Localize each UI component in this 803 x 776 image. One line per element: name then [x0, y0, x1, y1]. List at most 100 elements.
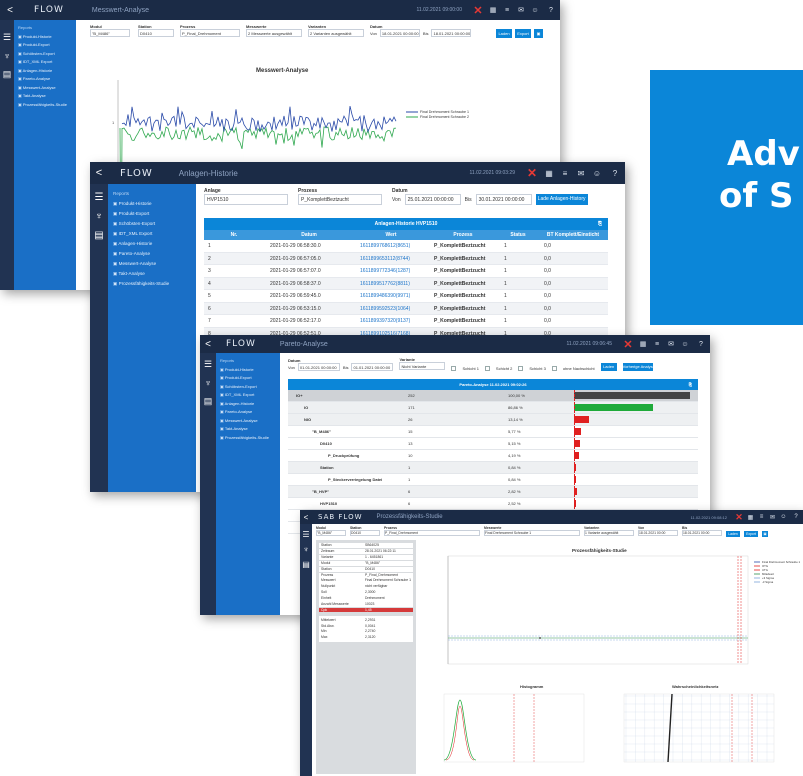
- document-icon[interactable]: ▤: [90, 230, 108, 241]
- stethoscope-icon[interactable]: ♆: [200, 378, 216, 388]
- mail-icon[interactable]: ✉: [664, 340, 678, 348]
- pareto-row[interactable]: IO 171 86,86 %: [288, 402, 698, 414]
- settings-icon[interactable]: ≡: [650, 341, 664, 348]
- col-datum[interactable]: Datum: [264, 230, 354, 240]
- table-row[interactable]: 1 2021-01-29 06:58:30.0 1611899768612(8651…: [204, 240, 608, 253]
- cell-wert[interactable]: 1611899517762(8811): [354, 278, 428, 290]
- pareto-row[interactable]: P_Druckprüfung 10 4,19 %: [288, 450, 698, 462]
- checkbox-schicht-3[interactable]: [518, 366, 524, 371]
- database-icon[interactable]: ☰: [200, 359, 216, 370]
- settings-square-button[interactable]: ▣: [762, 531, 768, 537]
- table-row[interactable]: 4 2021-01-29 06:58:37.0 1611899517762(8811…: [204, 277, 608, 290]
- user-icon[interactable]: ☺: [589, 169, 605, 178]
- document-icon[interactable]: ▤: [0, 69, 14, 80]
- cell-wert[interactable]: 1611899653112(8744): [354, 253, 428, 265]
- menu-item-pareto-analyse[interactable]: Pareto-Analyse: [220, 408, 276, 417]
- menu-item-anlagen-historie[interactable]: Anlagen-Historie: [18, 67, 72, 76]
- database-icon[interactable]: ☰: [300, 530, 312, 539]
- export-icon[interactable]: ⎘: [598, 221, 602, 227]
- back-button[interactable]: <: [200, 339, 216, 350]
- menu-item-schoebsten-export[interactable]: Schöbsten-Export: [18, 50, 72, 59]
- settings-icon[interactable]: ≡: [756, 514, 767, 520]
- database-icon[interactable]: ☰: [0, 32, 14, 43]
- back-button[interactable]: <: [0, 5, 20, 16]
- modul-select[interactable]: "B_M486": [90, 29, 130, 37]
- pareto-row[interactable]: "B_M486" 15 5,77 %: [288, 426, 698, 438]
- checkbox-ohne-nachschicht[interactable]: [551, 366, 557, 371]
- menu-item-prozessfaehigkeit[interactable]: Prozessfähigkeits-Studie: [18, 101, 72, 110]
- menu-item-takt-analyse[interactable]: Takt-Analyse: [113, 269, 191, 279]
- pareto-row[interactable]: HVP1510 6 2,52 %: [288, 498, 698, 510]
- menu-item-takt-analyse[interactable]: Takt-Analyse: [220, 425, 276, 434]
- user-icon[interactable]: ☺: [528, 7, 542, 14]
- von-input[interactable]: 18.01.2021 00:00: [638, 530, 678, 536]
- back-button[interactable]: <: [300, 513, 312, 522]
- settings-icon[interactable]: ≡: [500, 7, 514, 14]
- export-button[interactable]: Export: [744, 531, 758, 537]
- bis-input[interactable]: 01.01.2021 00:00:00: [351, 363, 394, 371]
- menu-item-produkt-export[interactable]: Produkt-Export: [220, 374, 276, 383]
- menu-item-anlagen-historie[interactable]: Anlagen-Historie: [113, 239, 191, 249]
- station-select[interactable]: D0410: [350, 530, 380, 536]
- menu-item-idt-xml-export[interactable]: IDT_XML Export: [220, 391, 276, 400]
- cell-wert[interactable]: 1611899486390(9971): [354, 290, 428, 302]
- messwerte-select[interactable]: 2 Messwerte ausgewählt: [246, 29, 302, 37]
- menu-item-produkt-export[interactable]: Produkt-Export: [113, 209, 191, 219]
- cell-wert[interactable]: 1611899768612(8651): [354, 240, 428, 252]
- pareto-row[interactable]: IO+ 252 100,00 %: [288, 390, 698, 402]
- mail-icon[interactable]: ✉: [767, 514, 778, 521]
- previous-analysis-button[interactable]: Vorherige Analyse: [622, 363, 655, 371]
- table-row[interactable]: 2 2021-01-29 06:57:05.0 1611899653112(8744…: [204, 252, 608, 265]
- modul-select[interactable]: "B_M486": [316, 530, 346, 536]
- pareto-row[interactable]: P_Steckerverriegelung Datei 1 0,84 %: [288, 474, 698, 486]
- load-history-button[interactable]: Lade Anlagen-History: [535, 194, 588, 205]
- table-row[interactable]: 3 2021-01-29 06:57:07.0 1611899772346(1287…: [204, 265, 608, 278]
- help-icon[interactable]: ?: [789, 514, 803, 520]
- grid-icon[interactable]: ▦: [745, 514, 756, 521]
- menu-item-idt-xml-export[interactable]: IDT_XML Export: [113, 229, 191, 239]
- stethoscope-icon[interactable]: ♆: [0, 51, 14, 61]
- menu-item-produkt-export[interactable]: Produkt-Export: [18, 41, 72, 50]
- mail-icon[interactable]: ✉: [514, 6, 528, 14]
- menu-item-produkt-historie[interactable]: Produkt-Historie: [113, 199, 191, 209]
- cell-wert[interactable]: 1611899397320(9137): [354, 315, 428, 327]
- menu-item-messwert-analyse[interactable]: Messwert-Analyse: [220, 417, 276, 426]
- table-row[interactable]: 7 2021-01-29 06:52:17.0 1611899397320(9137…: [204, 315, 608, 328]
- checkbox-schicht-2[interactable]: [484, 366, 490, 371]
- menu-item-pareto-analyse[interactable]: Pareto-Analyse: [18, 75, 72, 84]
- menu-item-takt-analyse[interactable]: Takt-Analyse: [18, 92, 72, 101]
- prozess-select[interactable]: P_Final_Drehmoment: [384, 530, 480, 536]
- document-icon[interactable]: ▤: [200, 396, 216, 407]
- menu-item-idt-xml-export[interactable]: IDT_XML Export: [18, 58, 72, 67]
- menu-item-schoebsten-export[interactable]: Schöbsten-Export: [220, 383, 276, 392]
- von-input[interactable]: 18.01.2021 00:00:00: [379, 29, 420, 37]
- pareto-row[interactable]: "B_HVP" 6 2,82 %: [288, 486, 698, 498]
- von-input[interactable]: 01.01.2021 00:00:00: [297, 363, 340, 371]
- varianten-select[interactable]: 1 Variante ausgewählt: [584, 530, 634, 536]
- grid-icon[interactable]: ▦: [541, 169, 557, 178]
- menu-item-prozessfaehigkeit[interactable]: Prozessfähigkeits-Studie: [220, 434, 276, 443]
- export-button[interactable]: Export: [515, 29, 531, 38]
- anlage-select[interactable]: HVP1510: [204, 194, 288, 205]
- menu-item-anlagen-historie[interactable]: Anlagen-Historie: [220, 400, 276, 409]
- col-wert[interactable]: Wert: [354, 230, 428, 240]
- pareto-row[interactable]: D0410 13 5,15 %: [288, 438, 698, 450]
- database-icon[interactable]: ☰: [90, 192, 108, 203]
- messwerte-select[interactable]: Final Drehmoment Schraube 1: [484, 530, 580, 536]
- station-select[interactable]: D0410: [138, 29, 174, 37]
- document-icon[interactable]: ▤: [300, 560, 312, 569]
- back-button[interactable]: <: [90, 167, 108, 179]
- col-status[interactable]: Status: [498, 230, 538, 240]
- pareto-row[interactable]: Station 1 0,84 %: [288, 462, 698, 474]
- cell-wert[interactable]: 1611899772346(1287): [354, 265, 428, 277]
- load-button[interactable]: Laden: [496, 29, 512, 38]
- help-icon[interactable]: ?: [692, 341, 710, 348]
- stethoscope-icon[interactable]: ♆: [90, 211, 108, 222]
- export-icon[interactable]: ⎘: [689, 382, 692, 387]
- col-prozess[interactable]: Prozess: [428, 230, 498, 240]
- help-icon[interactable]: ?: [542, 7, 560, 14]
- menu-item-messwert-analyse[interactable]: Messwert-Analyse: [18, 84, 72, 93]
- grid-icon[interactable]: ▦: [486, 6, 500, 14]
- menu-item-produkt-historie[interactable]: Produkt-Historie: [18, 33, 72, 42]
- menu-item-pareto-analyse[interactable]: Pareto-Analyse: [113, 249, 191, 259]
